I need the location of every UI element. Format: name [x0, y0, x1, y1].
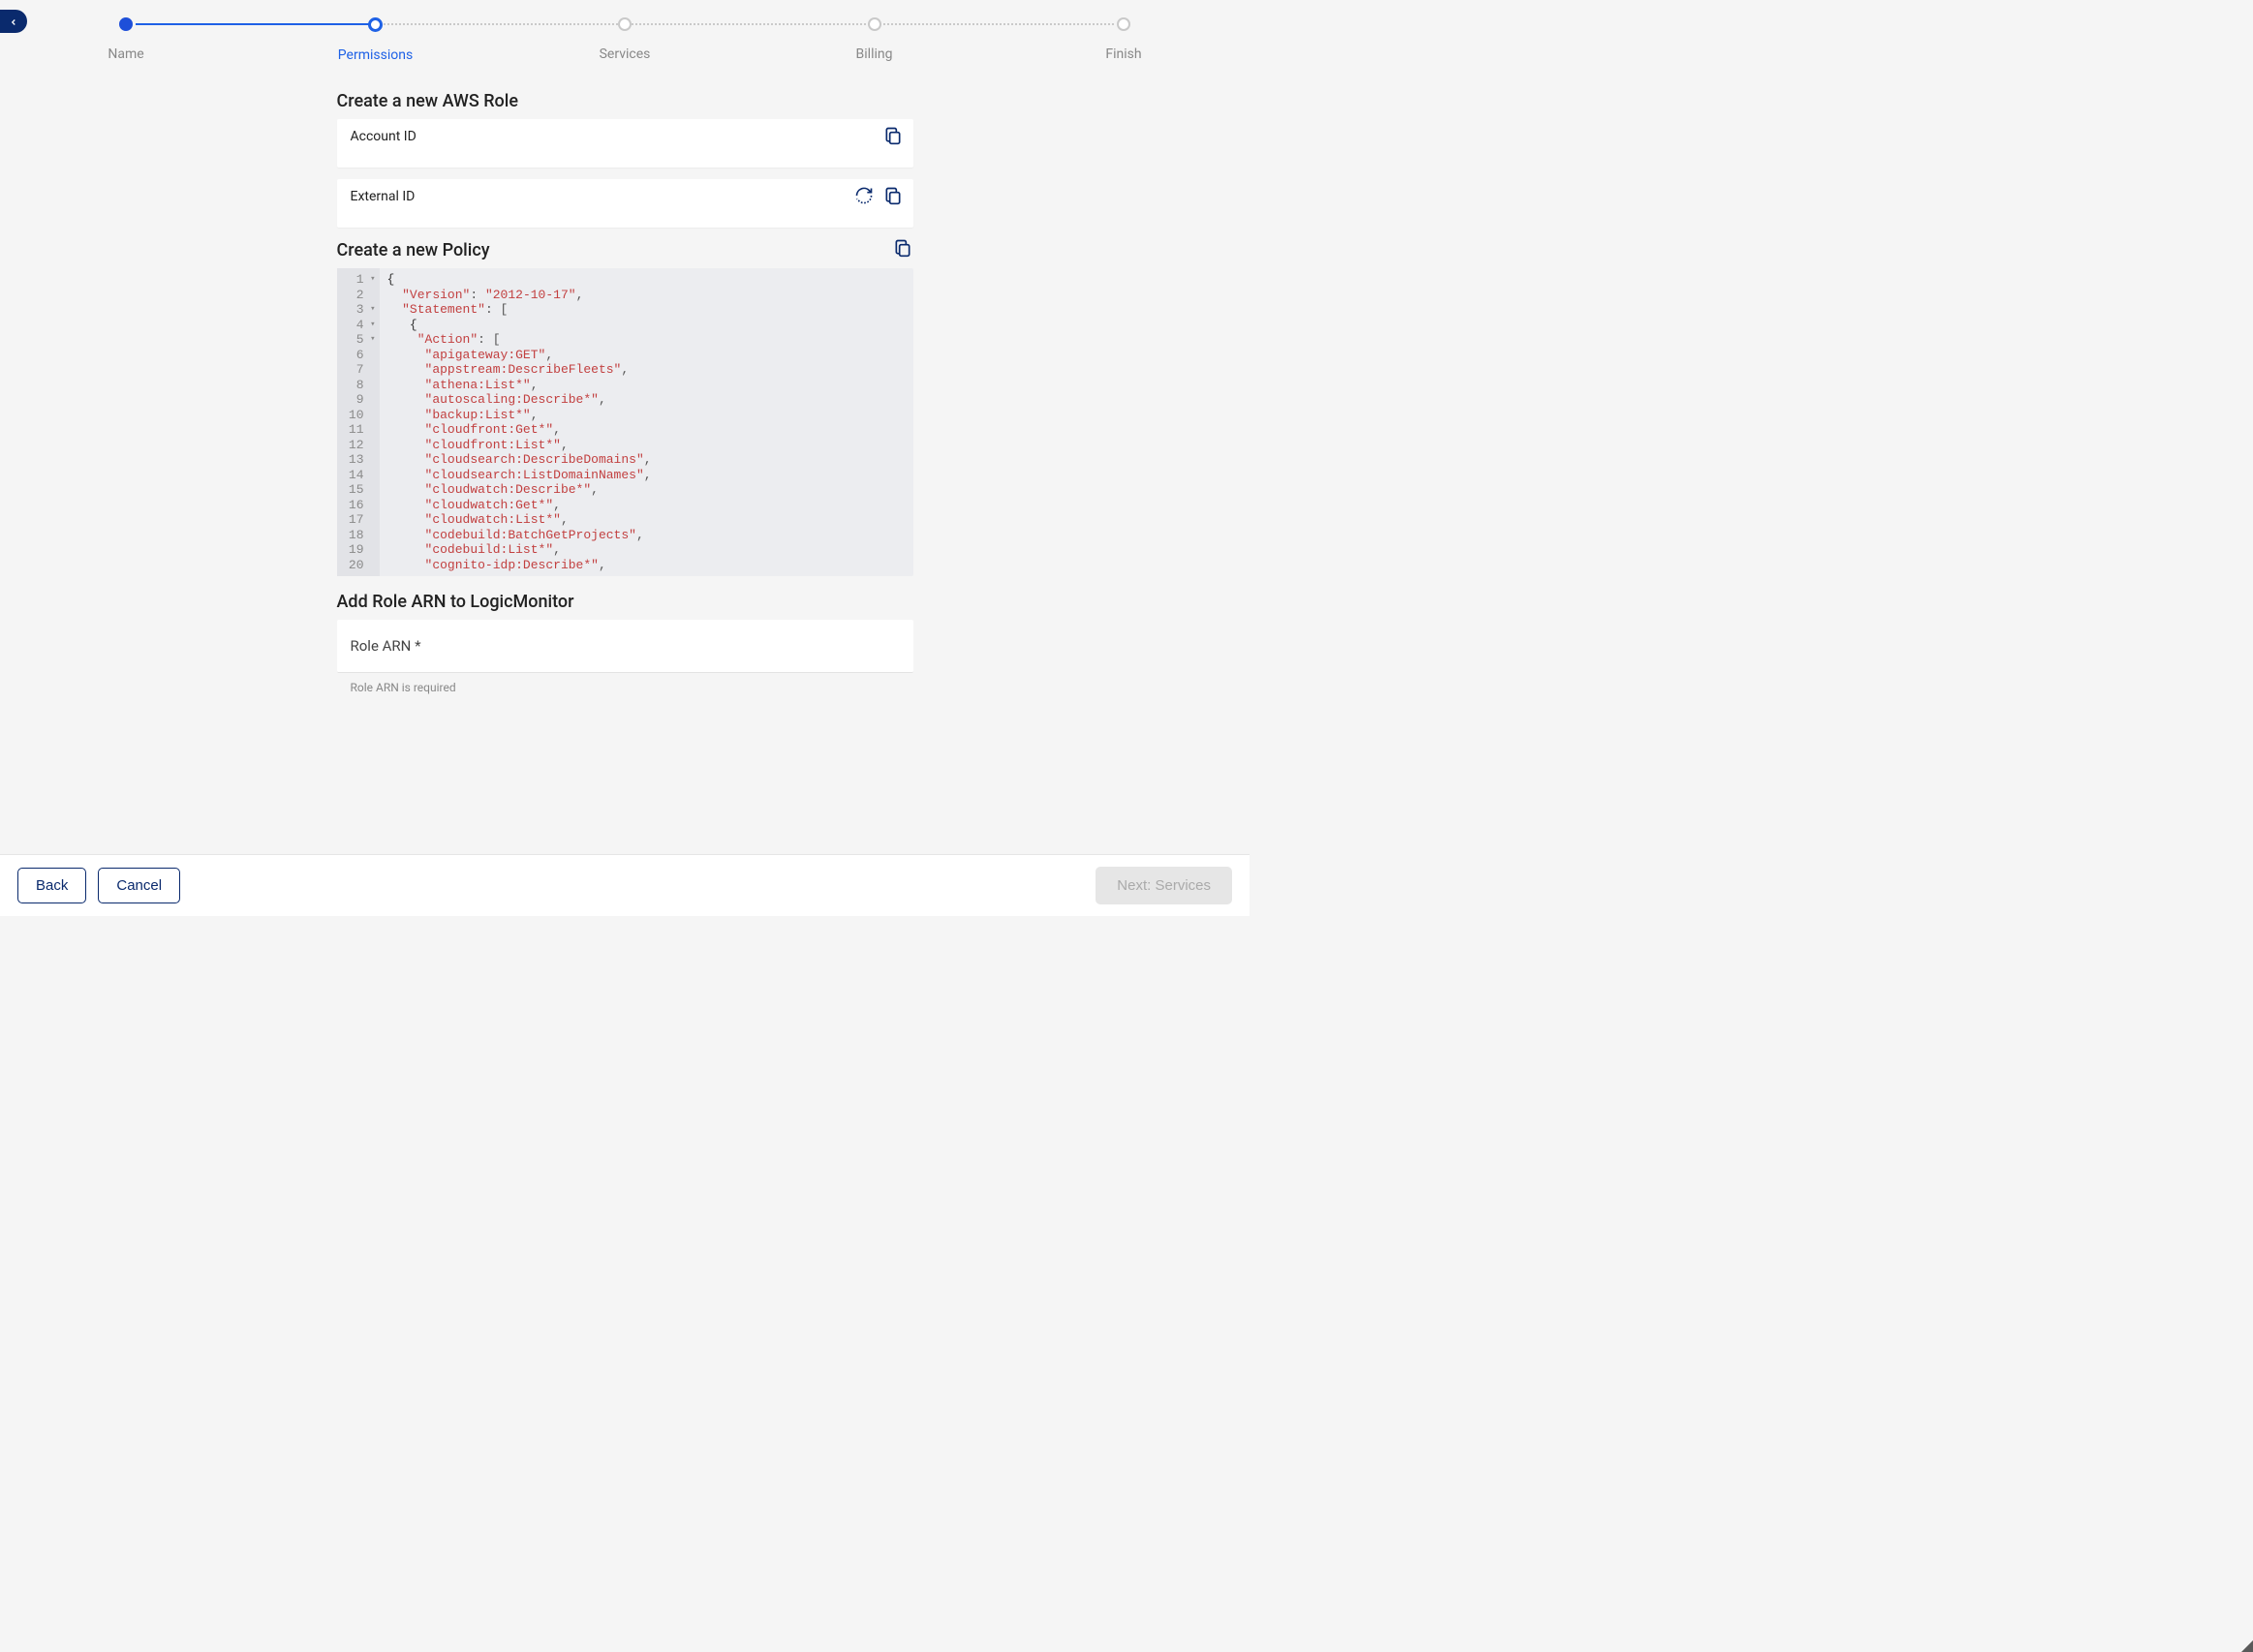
code-line: { [387, 272, 652, 288]
gutter-line: 12 [347, 438, 376, 453]
step-billing[interactable]: Billing [836, 17, 913, 63]
regenerate-external-id-button[interactable] [853, 187, 875, 208]
code-line: "Action": [ [387, 332, 652, 348]
main-scroll[interactable]: Create a new AWS Role Account ID Externa… [0, 66, 1250, 854]
sidebar-expand-button[interactable] [0, 10, 27, 33]
account-id-card: Account ID [337, 119, 913, 168]
gutter-line: 3▾ [347, 302, 376, 318]
editor-gutter: 1▾23▾4▾5▾67891011121314151617181920 [337, 268, 380, 576]
copy-icon [883, 126, 903, 149]
code-line: "autoscaling:Describe*", [387, 392, 652, 408]
code-line: { [387, 318, 652, 333]
gutter-line: 9 [347, 392, 376, 408]
fold-caret-icon[interactable]: ▾ [366, 302, 376, 318]
gutter-line: 15 [347, 482, 376, 498]
gutter-line: 5▾ [347, 332, 376, 348]
editor-code[interactable]: { "Version": "2012-10-17", "Statement": … [380, 268, 660, 576]
copy-icon [893, 238, 912, 261]
step-services[interactable]: Services [586, 17, 664, 63]
gutter-line: 20 [347, 558, 376, 573]
gutter-line: 19 [347, 542, 376, 558]
role-arn-input[interactable]: Role ARN * [337, 620, 913, 673]
step-dot [1117, 17, 1130, 31]
chevron-left-icon [9, 13, 18, 31]
code-line: "cloudwatch:Get*", [387, 498, 652, 513]
role-arn-hint: Role ARN is required [351, 681, 913, 694]
code-line: "codebuild:List*", [387, 542, 652, 558]
back-button[interactable]: Back [17, 868, 86, 903]
fold-caret-icon[interactable]: ▾ [366, 272, 376, 288]
step-dot [618, 17, 632, 31]
step-label: Name [108, 46, 143, 62]
code-line: "cognito-idp:Describe*", [387, 558, 652, 573]
code-line: "codebuild:BatchGetProjects", [387, 528, 652, 543]
step-label: Billing [856, 46, 893, 62]
step-label: Permissions [338, 47, 413, 63]
copy-policy-button[interactable] [892, 239, 913, 260]
step-label: Finish [1105, 46, 1141, 62]
cancel-button[interactable]: Cancel [98, 868, 180, 903]
code-line: "cloudfront:List*", [387, 438, 652, 453]
gutter-line: 1▾ [347, 272, 376, 288]
step-permissions[interactable]: Permissions [337, 17, 415, 63]
gutter-line: 8 [347, 378, 376, 393]
next-button: Next: Services [1096, 867, 1232, 904]
gutter-line: 7 [347, 362, 376, 378]
step-label: Services [600, 46, 651, 62]
gutter-line: 18 [347, 528, 376, 543]
role-arn-label: Role ARN * [351, 637, 900, 655]
step-dot [119, 17, 133, 31]
fold-caret-icon[interactable]: ▾ [366, 332, 376, 348]
code-line: "cloudsearch:DescribeDomains", [387, 452, 652, 468]
code-line: "cloudwatch:Describe*", [387, 482, 652, 498]
policy-code-editor[interactable]: 1▾23▾4▾5▾67891011121314151617181920 { "V… [337, 268, 913, 576]
create-policy-heading: Create a new Policy [337, 240, 490, 260]
gutter-line: 13 [347, 452, 376, 468]
gutter-line: 2 [347, 288, 376, 303]
gutter-line: 10 [347, 408, 376, 423]
gutter-line: 16 [347, 498, 376, 513]
copy-icon [883, 186, 903, 209]
code-line: "Statement": [ [387, 302, 652, 318]
code-line: "cloudwatch:List*", [387, 512, 652, 528]
account-id-label: Account ID [351, 129, 900, 144]
refresh-icon [854, 186, 874, 209]
step-finish[interactable]: Finish [1085, 17, 1162, 63]
copy-external-id-button[interactable] [882, 187, 904, 208]
code-line: "backup:List*", [387, 408, 652, 423]
step-dot [868, 17, 881, 31]
gutter-line: 14 [347, 468, 376, 483]
external-id-card: External ID [337, 179, 913, 228]
gutter-line: 4▾ [347, 318, 376, 333]
step-dot [368, 17, 383, 32]
code-line: "cloudsearch:ListDomainNames", [387, 468, 652, 483]
gutter-line: 6 [347, 348, 376, 363]
fold-caret-icon[interactable]: ▾ [366, 318, 376, 333]
resize-handle-icon[interactable] [2241, 1640, 2253, 1652]
add-arn-heading: Add Role ARN to LogicMonitor [337, 592, 913, 612]
step-name[interactable]: Name [87, 17, 165, 63]
code-line: "athena:List*", [387, 378, 652, 393]
wizard-footer: Back Cancel Next: Services [0, 854, 1250, 916]
code-line: "Version": "2012-10-17", [387, 288, 652, 303]
gutter-line: 17 [347, 512, 376, 528]
copy-account-id-button[interactable] [882, 127, 904, 148]
gutter-line: 11 [347, 422, 376, 438]
code-line: "cloudfront:Get*", [387, 422, 652, 438]
external-id-label: External ID [351, 189, 900, 204]
code-line: "apigateway:GET", [387, 348, 652, 363]
code-line: "appstream:DescribeFleets", [387, 362, 652, 378]
wizard-stepper: NamePermissionsServicesBillingFinish [116, 17, 1133, 66]
create-role-heading: Create a new AWS Role [337, 91, 913, 111]
